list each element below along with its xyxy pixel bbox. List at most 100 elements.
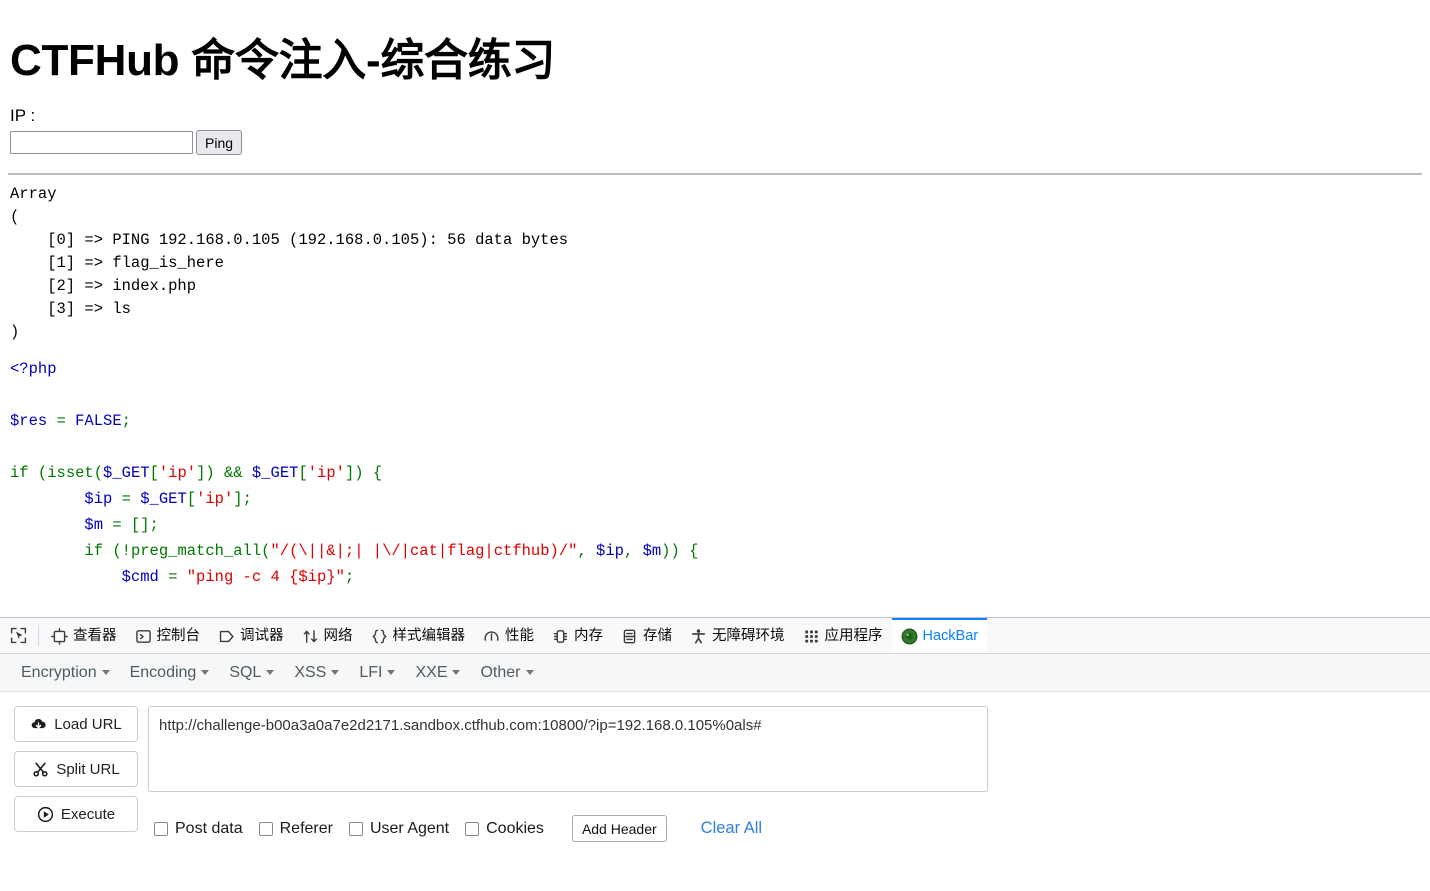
option-cookies[interactable]: Cookies	[465, 820, 544, 838]
code-var-ip: $ip	[84, 490, 113, 508]
code-superglobal-get: $_GET	[140, 490, 187, 508]
checkbox-user-agent[interactable]	[348, 821, 363, 836]
tab-label: 调试器	[240, 628, 284, 645]
tab-hackbar[interactable]: HackBar	[891, 618, 988, 653]
network-icon	[303, 630, 317, 643]
code-op-not: (!	[112, 542, 131, 560]
code-array-init: = [];	[103, 516, 159, 534]
split-url-button[interactable]: Split URL	[14, 751, 138, 787]
tab-label: 存储	[643, 628, 672, 645]
ip-input[interactable]	[10, 131, 193, 154]
web-page-content: CTFHub 命令注入-综合练习 IP : Ping Array ( [0] =…	[0, 0, 1430, 617]
code-string-ip: 'ip'	[158, 464, 197, 482]
memory-icon	[553, 630, 568, 643]
code-op-assign: =	[158, 568, 187, 586]
toolbar-separator	[38, 625, 39, 646]
tab-memory[interactable]: 内存	[543, 618, 612, 653]
devtools-tab-bar: 查看器 控制台 调试器 网络 样式编辑器 性能 内存 存储 无障碍环境 应用程序…	[0, 618, 1430, 654]
menu-lfi[interactable]: LFI	[352, 660, 402, 686]
tab-performance[interactable]: 性能	[474, 618, 543, 653]
devtools-panel: 查看器 控制台 调试器 网络 样式编辑器 性能 内存 存储 无障碍环境 应用程序…	[0, 617, 1430, 891]
add-header-button[interactable]: Add Header	[571, 815, 667, 842]
tab-label: 无障碍环境	[712, 628, 785, 645]
menu-label: Encoding	[129, 663, 197, 681]
hackbar-menu-bar: Encryption Encoding SQL XSS LFI XXE Othe…	[0, 654, 1430, 692]
menu-label: Encryption	[21, 663, 97, 681]
chevron-down-icon	[266, 670, 275, 675]
tab-inspector[interactable]: 查看器	[42, 618, 126, 653]
clear-all-link[interactable]: Clear All	[701, 819, 762, 838]
code-string-ip: 'ip'	[196, 490, 234, 508]
menu-encoding[interactable]: Encoding	[123, 660, 217, 686]
code-string-ip: 'ip'	[307, 464, 345, 482]
tab-storage[interactable]: 存储	[612, 618, 681, 653]
tab-label: 性能	[505, 628, 534, 645]
tab-console[interactable]: 控制台	[126, 618, 210, 653]
cloud-download-icon	[31, 718, 46, 728]
menu-other[interactable]: Other	[473, 660, 540, 686]
tab-application[interactable]: 应用程序	[794, 618, 892, 653]
php-source-listing: <?php $res = FALSE; if (isset($_GET['ip'…	[10, 356, 1422, 590]
code-semicolon: ;	[121, 412, 131, 430]
inspector-icon	[51, 628, 68, 645]
menu-encryption[interactable]: Encryption	[14, 660, 117, 686]
checkbox-cookies[interactable]	[465, 821, 480, 836]
chevron-down-icon	[331, 670, 340, 675]
code-bracket: [	[149, 464, 159, 482]
chevron-down-icon	[201, 670, 210, 675]
menu-label: LFI	[359, 663, 383, 681]
tab-debugger[interactable]: 调试器	[209, 618, 293, 653]
option-referer[interactable]: Referer	[258, 820, 333, 838]
code-superglobal-get: $_GET	[251, 464, 299, 482]
code-bracket: ];	[233, 490, 252, 508]
code-var-m: $m	[642, 542, 662, 560]
chevron-down-icon	[525, 670, 534, 675]
code-comma: ,	[577, 542, 597, 560]
menu-xss[interactable]: XSS	[287, 660, 346, 686]
code-op-and: ) &&	[205, 464, 252, 482]
option-user-agent[interactable]: User Agent	[348, 819, 450, 838]
hackbar-body: Load URL Split URL Execute http://challe…	[0, 692, 1430, 891]
tab-style-editor[interactable]: 样式编辑器	[362, 618, 475, 653]
tab-label: 内存	[574, 628, 603, 645]
code-superglobal-get: $_GET	[103, 464, 150, 482]
code-var-cmd: $cmd	[121, 568, 159, 586]
code-regex-filter: "/(\||&|;| |\/|cat|flag|ctfhub)/"	[270, 542, 578, 560]
menu-xxe[interactable]: XXE	[408, 660, 467, 686]
option-post-data[interactable]: Post data	[154, 820, 243, 838]
tab-network[interactable]: 网络	[293, 618, 362, 653]
ping-array-output: Array ( [0] => PING 192.168.0.105 (192.1…	[10, 185, 569, 341]
page-title: CTFHub 命令注入-综合练习	[10, 36, 556, 85]
element-picker-button[interactable]	[4, 618, 35, 653]
scissors-icon	[33, 761, 48, 777]
load-url-button[interactable]: Load URL	[14, 706, 138, 742]
hackbar-url-area: Post data Referer User Agent Cookies A	[148, 706, 1416, 891]
style-editor-icon	[371, 629, 387, 644]
ip-label: IP :	[10, 106, 36, 125]
url-input[interactable]	[148, 706, 988, 792]
option-label: User Agent	[369, 819, 450, 837]
ping-button[interactable]: Ping	[196, 130, 243, 155]
code-comma: ,	[623, 542, 643, 560]
accessibility-icon	[691, 629, 706, 644]
code-kw-if: if	[10, 464, 38, 482]
hackbar-action-buttons: Load URL Split URL Execute	[14, 706, 138, 891]
code-block-open: ) {	[354, 464, 383, 482]
tab-label: 样式编辑器	[392, 628, 466, 645]
code-paren: (	[93, 464, 104, 482]
checkbox-post-data[interactable]	[154, 821, 168, 836]
debugger-icon	[219, 630, 234, 643]
code-kw-if: if	[84, 542, 113, 560]
chevron-down-icon	[387, 670, 396, 675]
storage-icon	[623, 629, 636, 644]
execute-button[interactable]: Execute	[14, 796, 138, 832]
tab-accessibility[interactable]: 无障碍环境	[681, 618, 794, 653]
checkbox-referer[interactable]	[258, 821, 273, 836]
code-var-res: $res	[10, 412, 48, 430]
tab-label: HackBar	[922, 628, 979, 645]
ping-form: Ping	[10, 130, 1422, 155]
console-icon	[135, 630, 151, 643]
button-label: Split URL	[56, 760, 120, 778]
chevron-down-icon	[101, 670, 110, 675]
menu-sql[interactable]: SQL	[222, 660, 281, 686]
